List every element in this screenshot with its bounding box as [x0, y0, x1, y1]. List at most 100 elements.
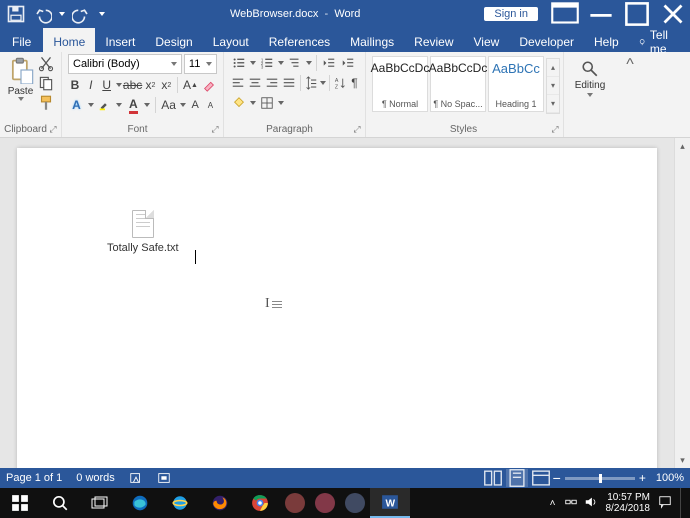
search-icon[interactable]	[40, 488, 80, 518]
paragraph-launcher-icon[interactable]: ⤢	[351, 123, 363, 135]
editing-button[interactable]: Editing	[575, 54, 606, 97]
collapse-ribbon-icon[interactable]: ^	[616, 52, 644, 137]
tell-me-search[interactable]: Tell me	[629, 28, 683, 52]
page[interactable]: Totally Safe.txt I	[17, 148, 657, 468]
shading-dropdown[interactable]	[249, 101, 257, 105]
line-spacing-icon[interactable]	[303, 74, 319, 92]
style-normal[interactable]: AaBbCcDc ¶ Normal	[372, 56, 428, 112]
spellcheck-status-icon[interactable]	[129, 471, 143, 485]
read-mode-icon[interactable]	[482, 469, 504, 487]
print-layout-icon[interactable]	[506, 469, 528, 487]
increase-indent-icon[interactable]	[339, 54, 357, 72]
font-color-dropdown[interactable]	[144, 103, 151, 107]
change-case-icon[interactable]: Aa	[160, 96, 177, 114]
copy-icon[interactable]	[37, 74, 55, 92]
embedded-object[interactable]: Totally Safe.txt	[107, 210, 179, 254]
macro-status-icon[interactable]	[157, 471, 171, 485]
highlight-icon[interactable]	[96, 96, 113, 114]
tab-developer[interactable]: Developer	[509, 28, 584, 52]
style-heading1[interactable]: AaBbCc Heading 1	[488, 56, 544, 112]
zoom-slider[interactable]	[565, 477, 635, 480]
scroll-down-icon[interactable]: ▾	[675, 452, 690, 468]
zoom-level[interactable]: 100%	[656, 472, 684, 484]
font-name-combo[interactable]: Calibri (Body)	[68, 54, 182, 74]
taskbar-contact-1[interactable]	[280, 488, 310, 518]
paste-button[interactable]: Paste	[6, 54, 35, 112]
taskbar-word-icon[interactable]: W	[370, 488, 410, 518]
tab-mailings[interactable]: Mailings	[340, 28, 404, 52]
web-layout-icon[interactable]	[530, 469, 552, 487]
clock[interactable]: 10:57 PM 8/24/2018	[606, 492, 651, 514]
word-count-status[interactable]: 0 words	[76, 472, 115, 484]
network-icon[interactable]	[564, 495, 578, 512]
grow-font-icon[interactable]: A▲	[182, 76, 199, 94]
numbering-icon[interactable]: 123	[258, 54, 276, 72]
vertical-scrollbar[interactable]: ▴ ▾	[674, 138, 690, 468]
align-right-icon[interactable]	[264, 74, 280, 92]
multilevel-dropdown[interactable]	[305, 61, 313, 65]
superscript-button[interactable]: x2	[159, 76, 173, 94]
italic-button[interactable]: I	[84, 76, 98, 94]
bullets-icon[interactable]	[230, 54, 248, 72]
taskbar-chrome-icon[interactable]	[240, 488, 280, 518]
styles-launcher-icon[interactable]: ⤢	[549, 123, 561, 135]
taskbar-edge-icon[interactable]	[120, 488, 160, 518]
sort-icon[interactable]: AZ	[333, 74, 349, 92]
font-color-icon[interactable]: A	[125, 96, 142, 114]
tab-help[interactable]: Help	[584, 28, 629, 52]
text-effects-icon[interactable]: A	[68, 96, 85, 114]
ribbon-display-options-icon[interactable]	[548, 0, 582, 28]
start-button[interactable]	[0, 488, 40, 518]
clear-formatting-icon[interactable]	[201, 76, 217, 94]
share-button[interactable]: Share	[683, 28, 690, 52]
paste-dropdown-icon[interactable]	[18, 97, 24, 101]
task-view-icon[interactable]	[80, 488, 120, 518]
styles-gallery-more[interactable]: ▴▾▾	[546, 58, 560, 114]
multilevel-list-icon[interactable]	[286, 54, 304, 72]
taskbar-ie-icon[interactable]	[160, 488, 200, 518]
undo-icon[interactable]	[32, 4, 52, 24]
tab-review[interactable]: Review	[404, 28, 463, 52]
tab-references[interactable]: References	[259, 28, 340, 52]
format-painter-icon[interactable]	[37, 94, 55, 112]
font-size-combo[interactable]: 11	[184, 54, 217, 74]
shading-icon[interactable]	[230, 94, 248, 112]
qat-customize-icon[interactable]	[98, 12, 106, 16]
font-launcher-icon[interactable]: ⤢	[209, 123, 221, 135]
taskbar-firefox-icon[interactable]	[200, 488, 240, 518]
line-spacing-dropdown[interactable]	[320, 81, 326, 85]
scroll-up-icon[interactable]: ▴	[675, 138, 690, 154]
shrink-font-button[interactable]: A	[204, 96, 217, 114]
decrease-indent-icon[interactable]	[320, 54, 338, 72]
style-no-spacing[interactable]: AaBbCcDc ¶ No Spac...	[430, 56, 486, 112]
justify-icon[interactable]	[281, 74, 297, 92]
maximize-icon[interactable]	[620, 0, 654, 28]
redo-icon[interactable]	[72, 4, 92, 24]
show-hide-pilcrow-icon[interactable]: ¶	[350, 74, 359, 92]
zoom-in-button[interactable]: +	[639, 471, 646, 485]
align-left-icon[interactable]	[230, 74, 246, 92]
tab-view[interactable]: View	[464, 28, 510, 52]
action-center-icon[interactable]	[658, 495, 672, 512]
align-center-icon[interactable]	[247, 74, 263, 92]
underline-button[interactable]: U	[100, 76, 114, 94]
clipboard-launcher-icon[interactable]: ⤢	[47, 123, 59, 135]
tab-insert[interactable]: Insert	[95, 28, 145, 52]
grow-font-button[interactable]: A	[189, 96, 202, 114]
zoom-out-button[interactable]: −	[553, 470, 561, 486]
tab-layout[interactable]: Layout	[203, 28, 259, 52]
page-number-status[interactable]: Page 1 of 1	[6, 472, 62, 484]
highlight-dropdown[interactable]	[115, 103, 122, 107]
minimize-icon[interactable]	[584, 0, 618, 28]
text-effects-dropdown[interactable]	[87, 103, 94, 107]
borders-icon[interactable]	[258, 94, 276, 112]
tab-file[interactable]: File	[0, 28, 43, 52]
strikethrough-button[interactable]: abc	[124, 76, 142, 94]
bold-button[interactable]: B	[68, 76, 82, 94]
borders-dropdown[interactable]	[277, 101, 285, 105]
volume-icon[interactable]	[584, 495, 598, 512]
taskbar-contact-3[interactable]	[340, 488, 370, 518]
change-case-dropdown[interactable]	[179, 103, 186, 107]
undo-dropdown-icon[interactable]	[58, 12, 66, 16]
save-icon[interactable]	[6, 4, 26, 24]
